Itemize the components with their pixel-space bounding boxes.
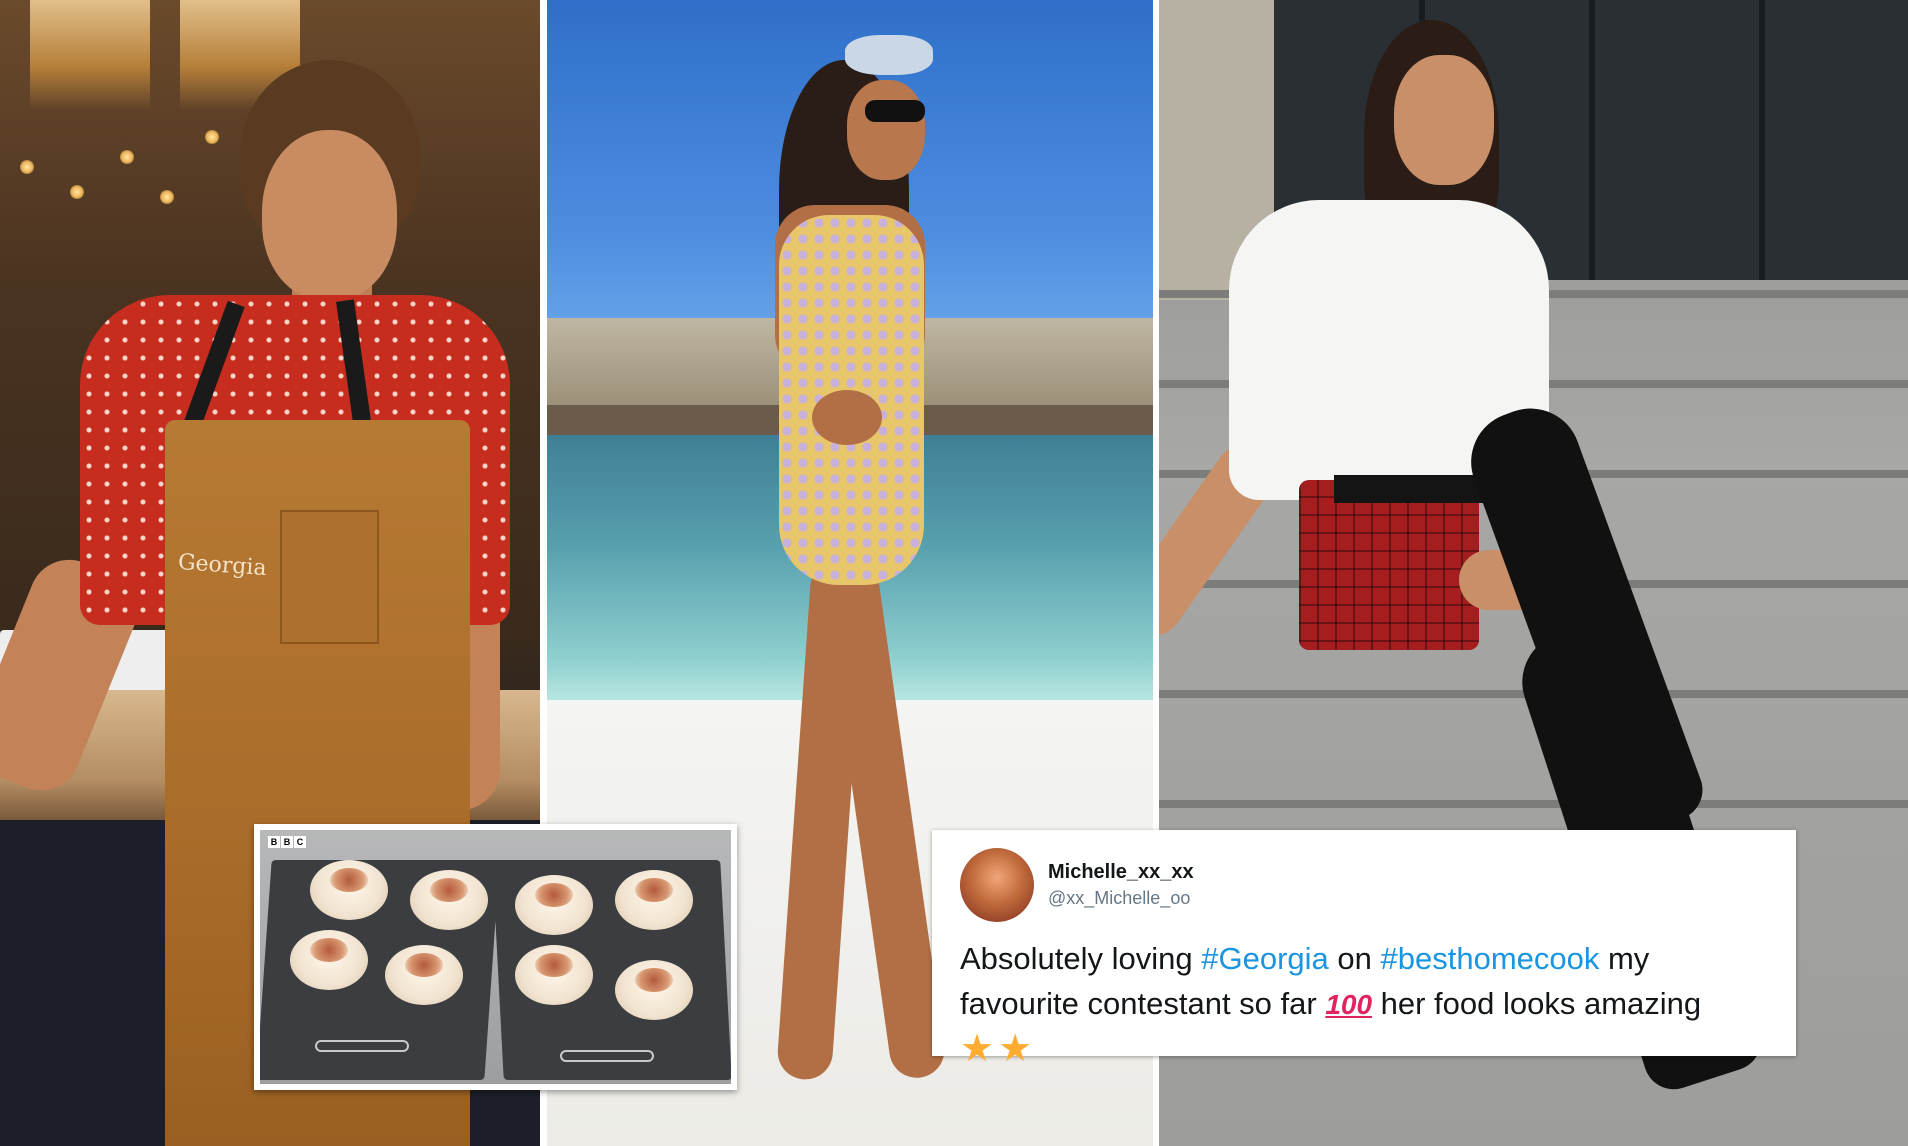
logo-letter: C [294,836,306,848]
swimsuit-cutout [812,390,882,445]
bokeh-light [160,190,174,204]
tweet-header: Michelle_xx_xx @xx_Michelle_oo [960,848,1776,922]
head-scarf [845,35,933,75]
step-edge [1159,800,1908,808]
broadcaster-logo: B B C [268,836,306,848]
slate-handle [560,1050,654,1062]
dessert-inset-photo: B B C [254,824,737,1090]
bokeh-light [120,150,134,164]
door-panel-line [1589,0,1595,280]
user-handle[interactable]: @xx_Michelle_oo [1048,885,1194,911]
logo-letter: B [268,836,280,848]
pavlova [615,870,693,930]
tweet-text-segment: on [1328,941,1381,976]
tweet-text-segment: her food looks amazing [1372,986,1702,1021]
apron-pocket [280,510,379,644]
hashtag-link[interactable]: #Georgia [1201,941,1329,976]
face [847,80,925,180]
star-emoji: ★ [998,1028,1033,1070]
slate-handle [315,1040,409,1052]
pavlova [385,945,463,1005]
display-name[interactable]: Michelle_xx_xx [1048,859,1194,885]
ceiling-light [30,0,150,110]
pavlova [515,945,593,1005]
tweet-author: Michelle_xx_xx @xx_Michelle_oo [1048,859,1194,911]
tweet-text: Absolutely loving #Georgia on #besthomec… [960,936,1776,1073]
pavlova [515,875,593,935]
tartan-skirt [1299,480,1479,650]
pavlova [310,860,388,920]
bokeh-light [70,185,84,199]
sunglasses [865,100,925,122]
pavlova [615,960,693,1020]
logo-letter: B [281,836,293,848]
avatar[interactable] [960,848,1034,922]
pavlova [290,930,368,990]
face [1394,55,1494,185]
pavlova [410,870,488,930]
bokeh-light [20,160,34,174]
star-emoji: ★ [960,1028,995,1070]
belt [1334,475,1484,503]
bokeh-light [205,130,219,144]
tweet-card: Michelle_xx_xx @xx_Michelle_oo Absolutel… [932,830,1796,1070]
door-panel-line [1759,0,1765,280]
dessert-scene: B B C [260,830,731,1084]
hashtag-link[interactable]: #besthomecook [1381,941,1600,976]
hundred-points-emoji: 100 [1325,989,1373,1020]
tweet-text-segment: Absolutely loving [960,941,1202,976]
face [262,130,397,300]
